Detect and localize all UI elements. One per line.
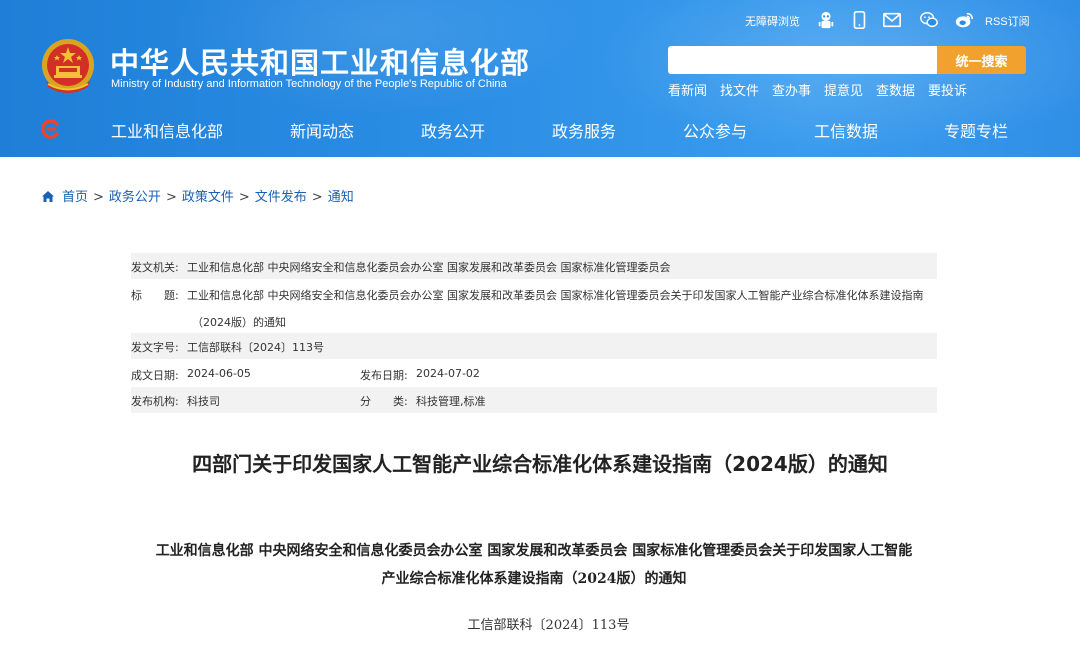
site-title[interactable]: 中华人民共和国工业和信息化部: [110, 40, 530, 82]
site-logo-icon[interactable]: [40, 118, 62, 140]
nav-item-public[interactable]: 公众参与: [683, 118, 747, 142]
meta-row-issuer: 发文机关: 工业和信息化部 中央网络安全和信息化委员会办公室 国家发展和改革委员…: [131, 253, 937, 279]
search-input[interactable]: [668, 46, 938, 74]
meta-title-value-line2: （2024版）的通知: [192, 316, 286, 329]
national-emblem-icon[interactable]: [40, 37, 96, 97]
home-icon[interactable]: [41, 190, 55, 203]
mobile-icon[interactable]: [848, 10, 870, 30]
breadcrumb-home[interactable]: 首页: [62, 190, 88, 205]
meta-published-label: 发布日期:: [360, 369, 408, 382]
robot-accessibility-icon[interactable]: [815, 10, 837, 30]
search-button[interactable]: 统一搜索: [937, 46, 1026, 74]
breadcrumb-notice[interactable]: 通知: [328, 190, 354, 205]
breadcrumb-gov-affairs[interactable]: 政务公开: [109, 190, 161, 205]
nav-item-ministry[interactable]: 工业和信息化部: [111, 118, 223, 142]
site-header: 中华人民共和国工业和信息化部 Ministry of Industry and …: [0, 0, 1080, 157]
breadcrumb-file-release[interactable]: 文件发布: [255, 190, 307, 205]
quick-link-data[interactable]: 查数据: [876, 80, 915, 99]
quick-link-complaint[interactable]: 要投诉: [928, 80, 967, 99]
document-meta-table: 发文机关: 工业和信息化部 中央网络安全和信息化委员会办公室 国家发展和改革委员…: [131, 253, 937, 413]
nav-item-news[interactable]: 新闻动态: [290, 118, 354, 142]
quick-link-news[interactable]: 看新闻: [668, 80, 707, 99]
breadcrumb-separator: >: [311, 190, 323, 205]
meta-row-publisher: 发布机构: 科技司 分 类: 科技管理,标准: [131, 387, 937, 413]
meta-published-value: 2024-07-02: [416, 367, 480, 380]
weibo-icon[interactable]: [953, 10, 975, 30]
meta-category-value: 科技管理,标准: [416, 395, 486, 408]
nav-item-gov-services[interactable]: 政务服务: [552, 118, 616, 142]
meta-issuer-value: 工业和信息化部 中央网络安全和信息化委员会办公室 国家发展和改革委员会 国家标准…: [187, 261, 671, 274]
meta-publisher-label: 发布机构:: [131, 395, 179, 408]
mail-icon[interactable]: [881, 10, 903, 30]
meta-title-value-line1: 工业和信息化部 中央网络安全和信息化委员会办公室 国家发展和改革委员会 国家标准…: [187, 289, 924, 302]
site-subtitle: Ministry of Industry and Information Tec…: [111, 78, 507, 90]
meta-title-label: 标 题:: [131, 289, 179, 302]
breadcrumb-separator: >: [93, 190, 104, 205]
quick-link-feedback[interactable]: 提意见: [824, 80, 863, 99]
breadcrumb-separator: >: [238, 190, 250, 205]
meta-issuer-label: 发文机关:: [131, 261, 179, 274]
meta-docno-value: 工信部联科〔2024〕113号: [187, 341, 324, 354]
nav-item-topics[interactable]: 专题专栏: [944, 118, 1008, 142]
meta-row-title: 标 题: 工业和信息化部 中央网络安全和信息化委员会办公室 国家发展和改革委员会…: [131, 279, 937, 333]
document-heading: 工业和信息化部 中央网络安全和信息化委员会办公室 国家发展和改革委员会 国家标准…: [131, 537, 937, 593]
meta-created-label: 成文日期:: [131, 369, 179, 382]
wechat-icon[interactable]: [918, 10, 940, 30]
main-nav: 工业和信息化部 新闻动态 政务公开 政务服务 公众参与 工信数据 专题专栏: [0, 108, 1080, 150]
meta-row-dates: 成文日期: 2024-06-05 发布日期: 2024-07-02: [131, 359, 937, 387]
document-number: 工信部联科〔2024〕113号: [467, 618, 630, 633]
rss-link[interactable]: RSS订阅: [985, 13, 1030, 29]
breadcrumb-policy-docs[interactable]: 政策文件: [182, 190, 234, 205]
meta-publisher-value: 科技司: [187, 395, 220, 408]
meta-row-docno: 发文字号: 工信部联科〔2024〕113号: [131, 333, 937, 359]
nav-item-gov-affairs[interactable]: 政务公开: [421, 118, 485, 142]
quick-link-services[interactable]: 查办事: [772, 80, 811, 99]
accessibility-link[interactable]: 无障碍浏览: [745, 13, 800, 29]
quick-link-files[interactable]: 找文件: [720, 80, 759, 99]
meta-category-label: 分 类:: [360, 395, 408, 408]
document-heading-line2: 产业综合标准化体系建设指南（2024版）的通知: [381, 571, 687, 587]
nav-item-data[interactable]: 工信数据: [814, 118, 878, 142]
breadcrumb-separator: >: [165, 190, 177, 205]
meta-docno-label: 发文字号:: [131, 341, 179, 354]
document-title: 四部门关于印发国家人工智能产业综合标准化体系建设指南（2024版）的通知: [192, 452, 888, 476]
document-heading-line1: 工业和信息化部 中央网络安全和信息化委员会办公室 国家发展和改革委员会 国家标准…: [155, 543, 913, 559]
breadcrumb: 首页 > 政务公开 > 政策文件 > 文件发布 > 通知: [41, 186, 354, 205]
meta-created-value: 2024-06-05: [187, 367, 251, 380]
